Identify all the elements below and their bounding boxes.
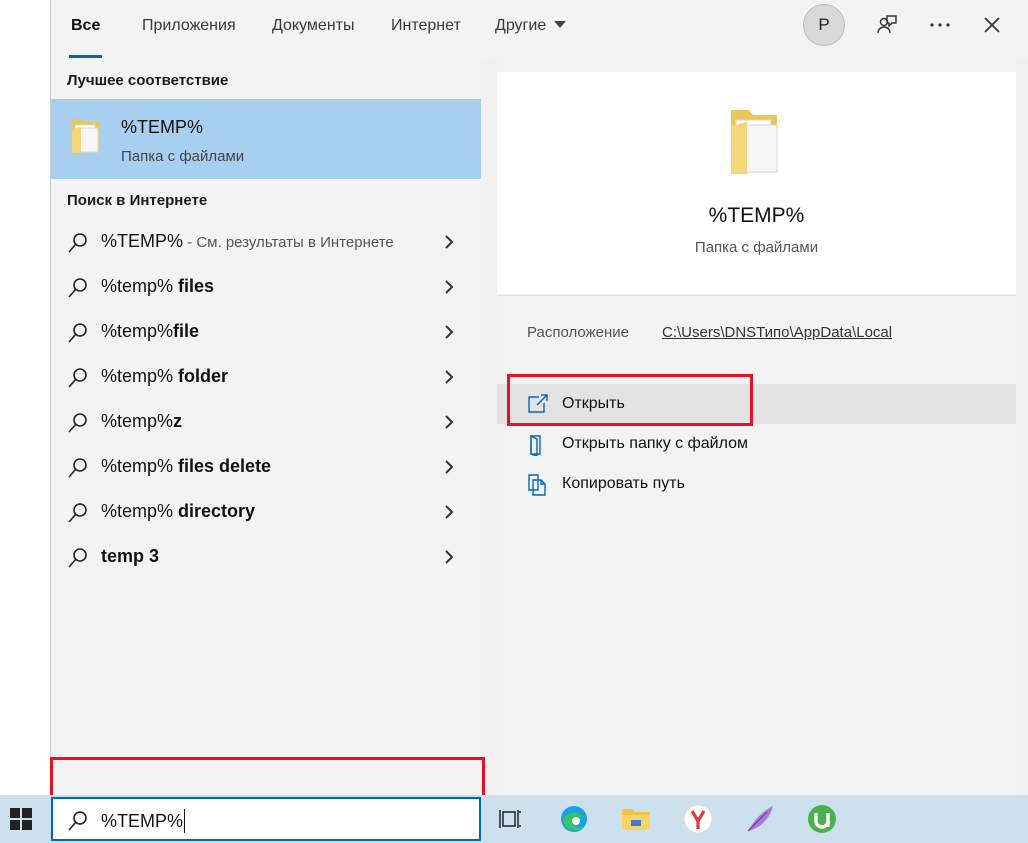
suggestion-bold: file bbox=[173, 321, 200, 341]
open-file-location-label: Открыть папку с файлом bbox=[562, 435, 748, 452]
web-search-item[interactable]: %temp% folder bbox=[51, 355, 481, 400]
suggestion-text: %temp% bbox=[101, 456, 179, 476]
open-action-label: Открыть bbox=[562, 395, 625, 412]
search-icon bbox=[67, 277, 89, 304]
utorrent-icon[interactable] bbox=[806, 803, 838, 835]
suggestion-bold: temp 3 bbox=[101, 546, 160, 566]
tab-documents[interactable]: Документы bbox=[272, 0, 354, 58]
best-match-heading: Лучшее соответствие bbox=[67, 72, 229, 89]
copy-path-icon bbox=[527, 474, 547, 501]
suggestion-text: %temp% bbox=[101, 276, 179, 296]
yandex-browser-icon[interactable] bbox=[682, 803, 714, 835]
chevron-right-icon bbox=[442, 279, 456, 300]
preview-card: %TEMP% Папка с файлами bbox=[497, 72, 1016, 294]
divider bbox=[497, 295, 1016, 296]
suggestion-text: %TEMP% bbox=[101, 231, 184, 251]
folder-icon bbox=[727, 104, 783, 181]
suggestion-text: %temp% bbox=[101, 321, 174, 341]
best-match-name: %TEMP% bbox=[121, 117, 204, 137]
tab-all[interactable]: Все bbox=[68, 0, 103, 58]
location-path-link[interactable]: C:\Users\DNSТипо\AppData\Local bbox=[662, 324, 892, 341]
open-icon bbox=[527, 394, 549, 419]
search-icon bbox=[67, 810, 89, 837]
tab-all-label: Все bbox=[71, 17, 101, 34]
edge-icon[interactable] bbox=[558, 803, 590, 835]
preview-pane: %TEMP% Папка с файлами Расположение C:\U… bbox=[497, 58, 1016, 795]
text-cursor bbox=[184, 809, 185, 833]
suggestion-text: %temp% bbox=[101, 366, 179, 386]
copy-path-label: Копировать путь bbox=[562, 475, 685, 492]
desktop-background bbox=[0, 0, 50, 795]
preview-title: %TEMP% bbox=[708, 204, 805, 227]
open-file-location-action[interactable]: Открыть папку с файлом bbox=[497, 424, 1016, 464]
search-panel: Все Приложения Документы Интернет Другие… bbox=[50, 0, 1028, 795]
chevron-right-icon bbox=[442, 504, 456, 525]
tab-documents-label: Документы bbox=[272, 17, 355, 34]
suggestion-bold: z bbox=[173, 411, 183, 431]
chevron-right-icon bbox=[442, 234, 456, 255]
search-icon bbox=[67, 412, 89, 439]
suggestion-bold: files delete bbox=[178, 456, 272, 476]
web-search-heading: Поиск в Интернете bbox=[67, 192, 208, 209]
web-search-item[interactable]: %temp%z bbox=[51, 400, 481, 445]
search-icon bbox=[67, 547, 89, 574]
file-explorer-icon[interactable] bbox=[620, 803, 652, 835]
copy-path-action[interactable]: Копировать путь bbox=[497, 464, 1016, 504]
open-folder-location-icon bbox=[527, 434, 547, 461]
close-icon[interactable] bbox=[979, 12, 1005, 38]
search-icon bbox=[67, 367, 89, 394]
search-icon bbox=[67, 232, 89, 259]
folder-icon bbox=[69, 115, 103, 160]
chevron-right-icon bbox=[442, 549, 456, 570]
web-search-item[interactable]: %temp% files bbox=[51, 265, 481, 310]
tab-more-label: Другие bbox=[495, 17, 547, 34]
suggestion-text: %temp% bbox=[101, 501, 179, 521]
tab-apps-label: Приложения bbox=[142, 17, 236, 34]
results-list: Лучшее соответствие %TEMP% Папка с файла… bbox=[51, 58, 481, 795]
search-icon bbox=[67, 322, 89, 349]
chevron-right-icon bbox=[442, 324, 456, 345]
chevron-right-icon bbox=[442, 369, 456, 390]
preview-type: Папка с файлами bbox=[694, 239, 819, 256]
search-icon bbox=[67, 502, 89, 529]
tab-apps[interactable]: Приложения bbox=[142, 0, 236, 58]
web-search-item[interactable]: %TEMP% - См. результаты в Интернете bbox=[51, 220, 481, 265]
tab-more[interactable]: Другие bbox=[495, 0, 567, 58]
chevron-right-icon bbox=[442, 459, 456, 480]
suggestion-bold: directory bbox=[178, 501, 256, 521]
web-search-item[interactable]: %temp%file bbox=[51, 310, 481, 355]
web-search-item[interactable]: temp 3 bbox=[51, 535, 481, 580]
web-search-item[interactable]: %temp% files delete bbox=[51, 445, 481, 490]
tab-web[interactable]: Интернет bbox=[391, 0, 461, 58]
suggestion-bold: files bbox=[178, 276, 215, 296]
suggestion-bold: folder bbox=[178, 366, 229, 386]
best-match-type: Папка с файлами bbox=[121, 148, 245, 165]
filter-tabs-bar: Все Приложения Документы Интернет Другие… bbox=[51, 0, 1028, 58]
more-options-icon[interactable] bbox=[927, 12, 953, 38]
tab-web-label: Интернет bbox=[391, 17, 461, 34]
avatar-letter: P bbox=[818, 15, 830, 34]
chevron-down-icon bbox=[554, 21, 567, 28]
account-avatar[interactable]: P bbox=[803, 4, 845, 46]
feather-app-icon[interactable] bbox=[744, 803, 776, 835]
search-icon bbox=[67, 457, 89, 484]
open-action[interactable]: Открыть bbox=[497, 384, 1016, 424]
best-match-item[interactable]: %TEMP% Папка с файлами bbox=[51, 99, 481, 179]
suggestion-hint: - См. результаты в Интернете bbox=[183, 234, 394, 251]
chevron-right-icon bbox=[442, 414, 456, 435]
suggestion-text: %temp% bbox=[101, 411, 174, 431]
taskbar-search-field[interactable]: %TEMP% bbox=[51, 797, 481, 841]
screen: Все Приложения Документы Интернет Другие… bbox=[0, 0, 1028, 843]
windows-start-icon[interactable] bbox=[10, 808, 32, 835]
feedback-icon[interactable] bbox=[874, 12, 900, 38]
location-label: Расположение bbox=[527, 324, 629, 341]
search-input-value: %TEMP% bbox=[101, 811, 184, 831]
taskbar: %TEMP% bbox=[0, 795, 1028, 843]
web-search-item[interactable]: %temp% directory bbox=[51, 490, 481, 535]
task-view-icon[interactable] bbox=[495, 803, 527, 835]
